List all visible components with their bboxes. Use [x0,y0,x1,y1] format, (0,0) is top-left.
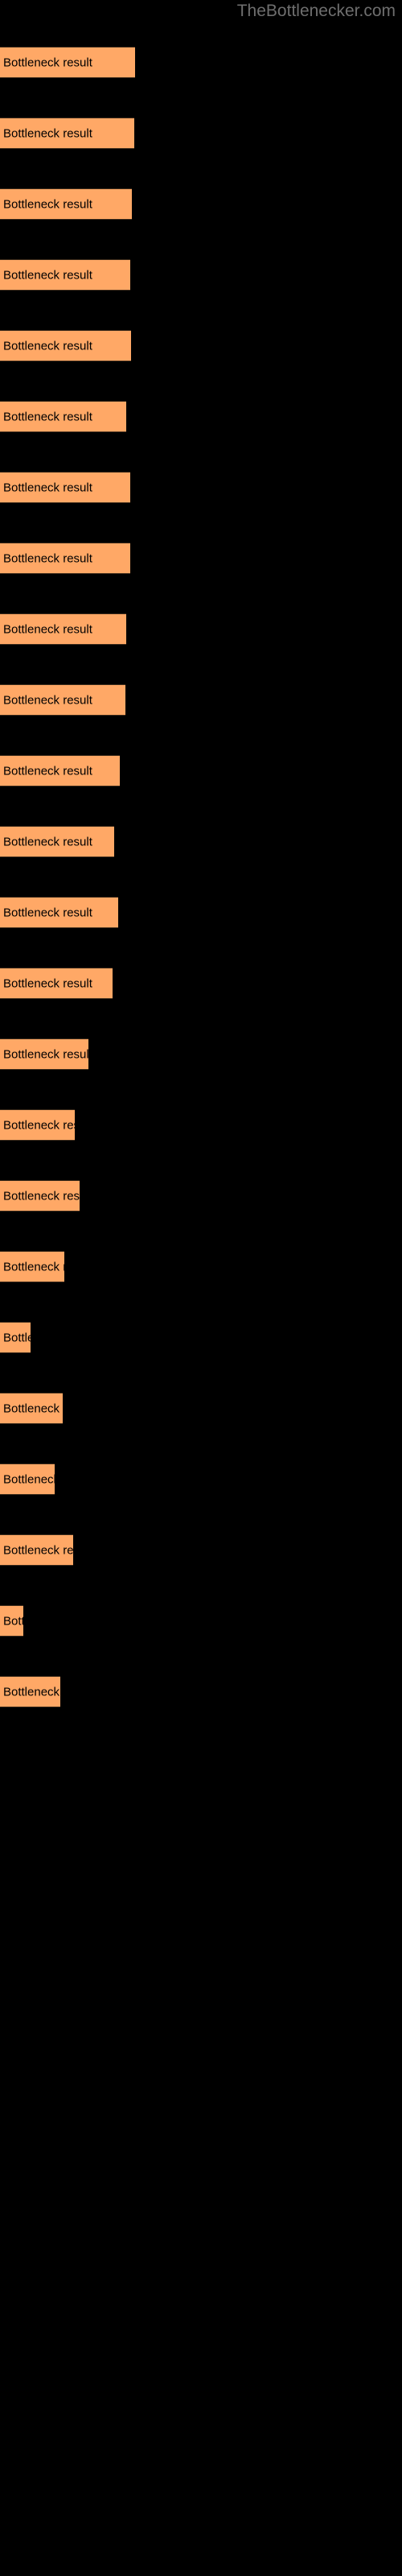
bar-label: Bottleneck result [3,1685,60,1699]
bar-2[interactable]: Bottleneck result [0,118,134,149]
bar-6[interactable]: Bottleneck result [0,401,126,432]
bar-label: Bottleneck result [3,410,92,423]
bar-label: Bottleneck result [3,551,92,565]
bar-19[interactable]: Bottleneck result [0,1322,31,1353]
bar-18[interactable]: Bottleneck result [0,1251,64,1282]
bar-label: Bottleneck result [3,1543,73,1557]
bar-label: Bottleneck result [3,835,92,848]
bar-24[interactable]: Bottleneck result [0,1676,60,1707]
bar-7[interactable]: Bottleneck result [0,472,130,503]
bar-13[interactable]: Bottleneck result [0,897,118,928]
bar-21[interactable]: Bottleneck result [0,1463,55,1495]
bar-label: Bottleneck result [3,1402,63,1415]
bar-label: Bottleneck result [3,481,92,494]
bar-label: Bottleneck result [3,1614,23,1628]
bar-16[interactable]: Bottleneck result [0,1109,75,1141]
bar-label: Bottleneck result [3,693,92,707]
bar-3[interactable]: Bottleneck result [0,188,132,220]
bar-17[interactable]: Bottleneck result [0,1180,80,1212]
bar-14[interactable]: Bottleneck result [0,968,113,999]
bar-label: Bottleneck result [3,1189,80,1203]
bar-label: Bottleneck result [3,1472,55,1486]
bar-label: Bottleneck result [3,976,92,990]
bar-23[interactable]: Bottleneck result [0,1605,23,1637]
bar-chart: TheBottlenecker.com Bottleneck result Bot… [0,0,402,2576]
bar-label: Bottleneck result [3,1331,31,1344]
bar-label: Bottleneck result [3,1047,88,1061]
bar-22[interactable]: Bottleneck result [0,1534,73,1566]
bar-5[interactable]: Bottleneck result [0,330,131,361]
bar-15[interactable]: Bottleneck result [0,1038,88,1070]
bar-label: Bottleneck result [3,622,92,636]
bar-label: Bottleneck result [3,197,92,211]
bar-label: Bottleneck result [3,126,92,140]
bar-label: Bottleneck result [3,1260,64,1274]
bar-12[interactable]: Bottleneck result [0,826,114,857]
bar-label: Bottleneck result [3,1118,75,1132]
bars-layer: Bottleneck result Bottleneck result Bottle… [0,0,402,2576]
bar-20[interactable]: Bottleneck result [0,1393,63,1424]
bar-10[interactable]: Bottleneck result [0,684,125,716]
bar-1[interactable]: Bottleneck result [0,47,135,78]
bar-8[interactable]: Bottleneck result [0,543,130,574]
bar-9[interactable]: Bottleneck result [0,613,126,645]
bar-11[interactable]: Bottleneck result [0,755,120,786]
bar-4[interactable]: Bottleneck result [0,259,130,291]
bar-label: Bottleneck result [3,906,92,919]
bar-label: Bottleneck result [3,56,92,69]
bar-label: Bottleneck result [3,268,92,282]
bar-label: Bottleneck result [3,339,92,353]
bar-label: Bottleneck result [3,764,92,778]
